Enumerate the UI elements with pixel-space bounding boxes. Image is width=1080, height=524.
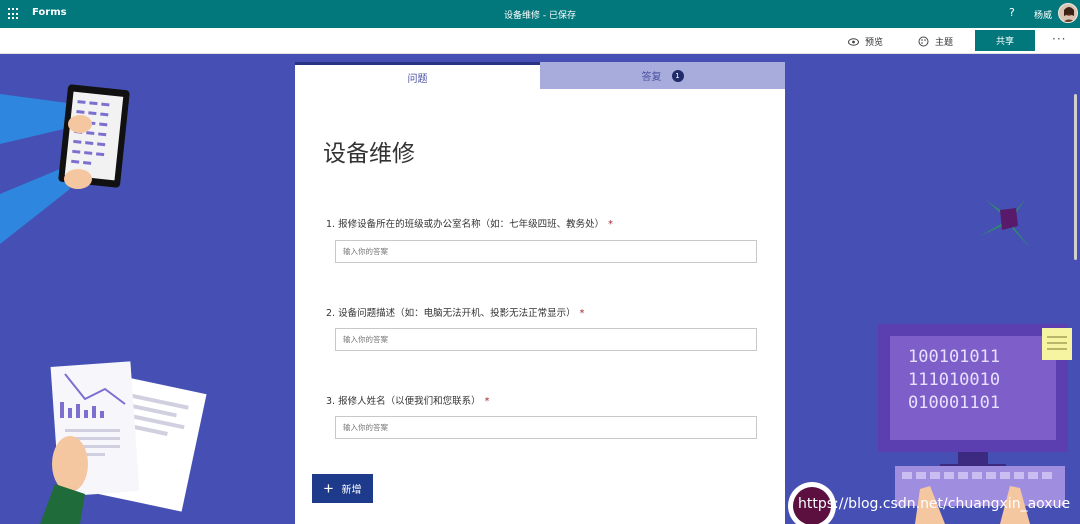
binary-line-2: 111010010 [908,370,1000,390]
form-tabs: 问题 答复 1 [295,62,785,89]
share-button[interactable]: 共享 [975,30,1035,51]
preview-button[interactable]: 预览 [848,35,883,48]
answer-input-1[interactable] [335,240,757,263]
add-question-button[interactable]: + 新增 [312,474,373,503]
question-3[interactable]: 3. 报修人姓名（以便我们和您联系） * [326,393,489,407]
required-marker: * [608,219,613,230]
question-1-label: 1. 报修设备所在的班级或办公室名称（如：七年级四班、教务处） [326,219,605,230]
tab-responses[interactable]: 答复 1 [540,62,785,89]
avatar[interactable] [1058,3,1078,23]
required-marker: * [579,308,585,319]
form-card: 问题 答复 1 设备维修 1. 报修设备所在的班级或办公室名称（如：七年级四班、… [295,62,785,524]
palette-icon [918,36,929,47]
question-1[interactable]: 1. 报修设备所在的班级或办公室名称（如：七年级四班、教务处） * [326,216,613,230]
tab-responses-label: 答复 [641,72,662,83]
preview-label: 预览 [865,38,884,48]
response-count-badge: 1 [671,69,684,82]
plus-icon: + [323,479,334,498]
help-icon[interactable]: ? [1009,6,1015,19]
top-app-bar: Forms 设备维修 - 已保存 ? 杨威 [0,0,1080,28]
document-title: 设备维修 - 已保存 [504,11,576,21]
question-2[interactable]: 2. 设备问题描述（如：电脑无法开机、投影无法正常显示） * [326,305,584,319]
command-bar: 预览 主题 [0,28,1080,54]
watermark: https://blog.csdn.net/chuangxin_aoxue [798,496,1071,512]
form-title[interactable]: 设备维修 [323,134,415,168]
more-options-icon[interactable]: ··· [1052,32,1066,46]
eye-icon [848,37,859,46]
required-marker: * [484,396,490,407]
theme-button[interactable]: 主题 [918,35,953,48]
user-name[interactable]: 杨威 [1034,8,1052,21]
theme-label: 主题 [935,38,954,48]
answer-input-2[interactable] [335,328,757,351]
scrollbar-thumb[interactable] [1074,94,1077,260]
answer-input-3[interactable] [335,416,757,439]
tab-questions-label: 问题 [407,73,428,85]
question-3-label: 3. 报修人姓名（以便我们和您联系） [326,396,481,407]
question-2-label: 2. 设备问题描述（如：电脑无法开机、投影无法正常显示） [326,308,576,319]
binary-line-3: 010001101 [908,393,1000,413]
tab-questions[interactable]: 问题 [295,62,540,89]
binary-line-1: 100101011 [908,347,1000,367]
add-question-label: 新增 [341,485,362,496]
